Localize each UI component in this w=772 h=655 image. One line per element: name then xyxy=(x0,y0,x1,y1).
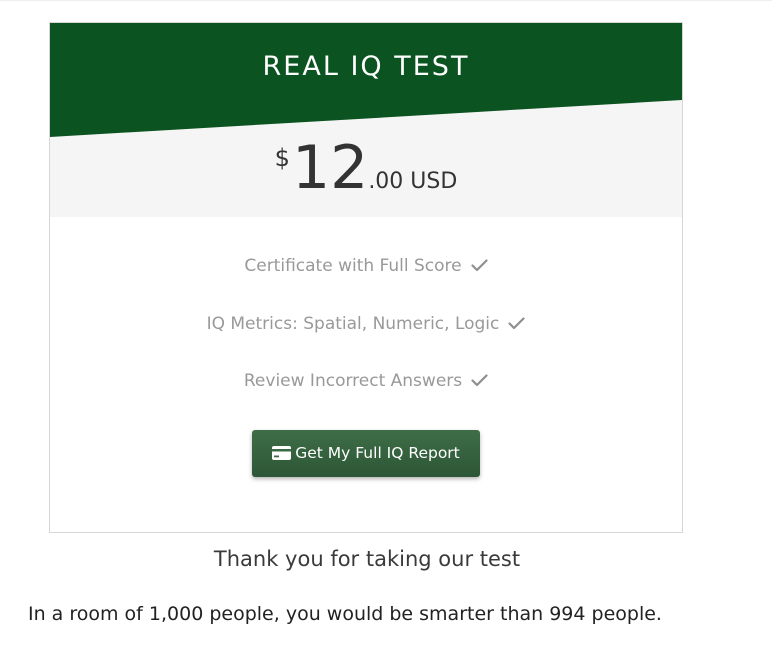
thank-you-heading: Thank you for taking our test xyxy=(213,547,521,571)
check-icon xyxy=(471,259,488,272)
get-full-iq-report-button[interactable]: Get My Full IQ Report xyxy=(252,430,480,477)
price-amount: 12 xyxy=(291,133,369,203)
feature-list: Certificate with Full Score IQ Metrics: … xyxy=(50,251,682,424)
price: $12.00 USD xyxy=(50,133,682,203)
check-icon xyxy=(508,316,525,329)
feature-item: IQ Metrics: Spatial, Numeric, Logic xyxy=(50,309,682,367)
feature-item: Review Incorrect Answers xyxy=(50,366,682,424)
feature-label: Review Incorrect Answers xyxy=(243,371,463,391)
price-currency-symbol: $ xyxy=(274,144,290,172)
feature-item: Certificate with Full Score xyxy=(50,251,682,309)
feature-label: IQ Metrics: Spatial, Numeric, Logic xyxy=(206,313,500,334)
credit-card-icon xyxy=(272,446,292,460)
get-full-iq-report-label: Get My Full IQ Report xyxy=(295,444,460,462)
pricing-card: REAL IQ TEST $12.00 USD Certificate with… xyxy=(49,22,683,533)
price-cents-currency: .00 USD xyxy=(368,169,458,194)
result-statement: In a room of 1,000 people, you would be … xyxy=(28,603,662,625)
check-icon xyxy=(471,374,488,387)
feature-label: Certificate with Full Score xyxy=(244,256,462,276)
plan-title: REAL IQ TEST xyxy=(262,51,470,82)
top-divider xyxy=(0,0,772,1)
page: REAL IQ TEST $12.00 USD Certificate with… xyxy=(0,0,772,655)
